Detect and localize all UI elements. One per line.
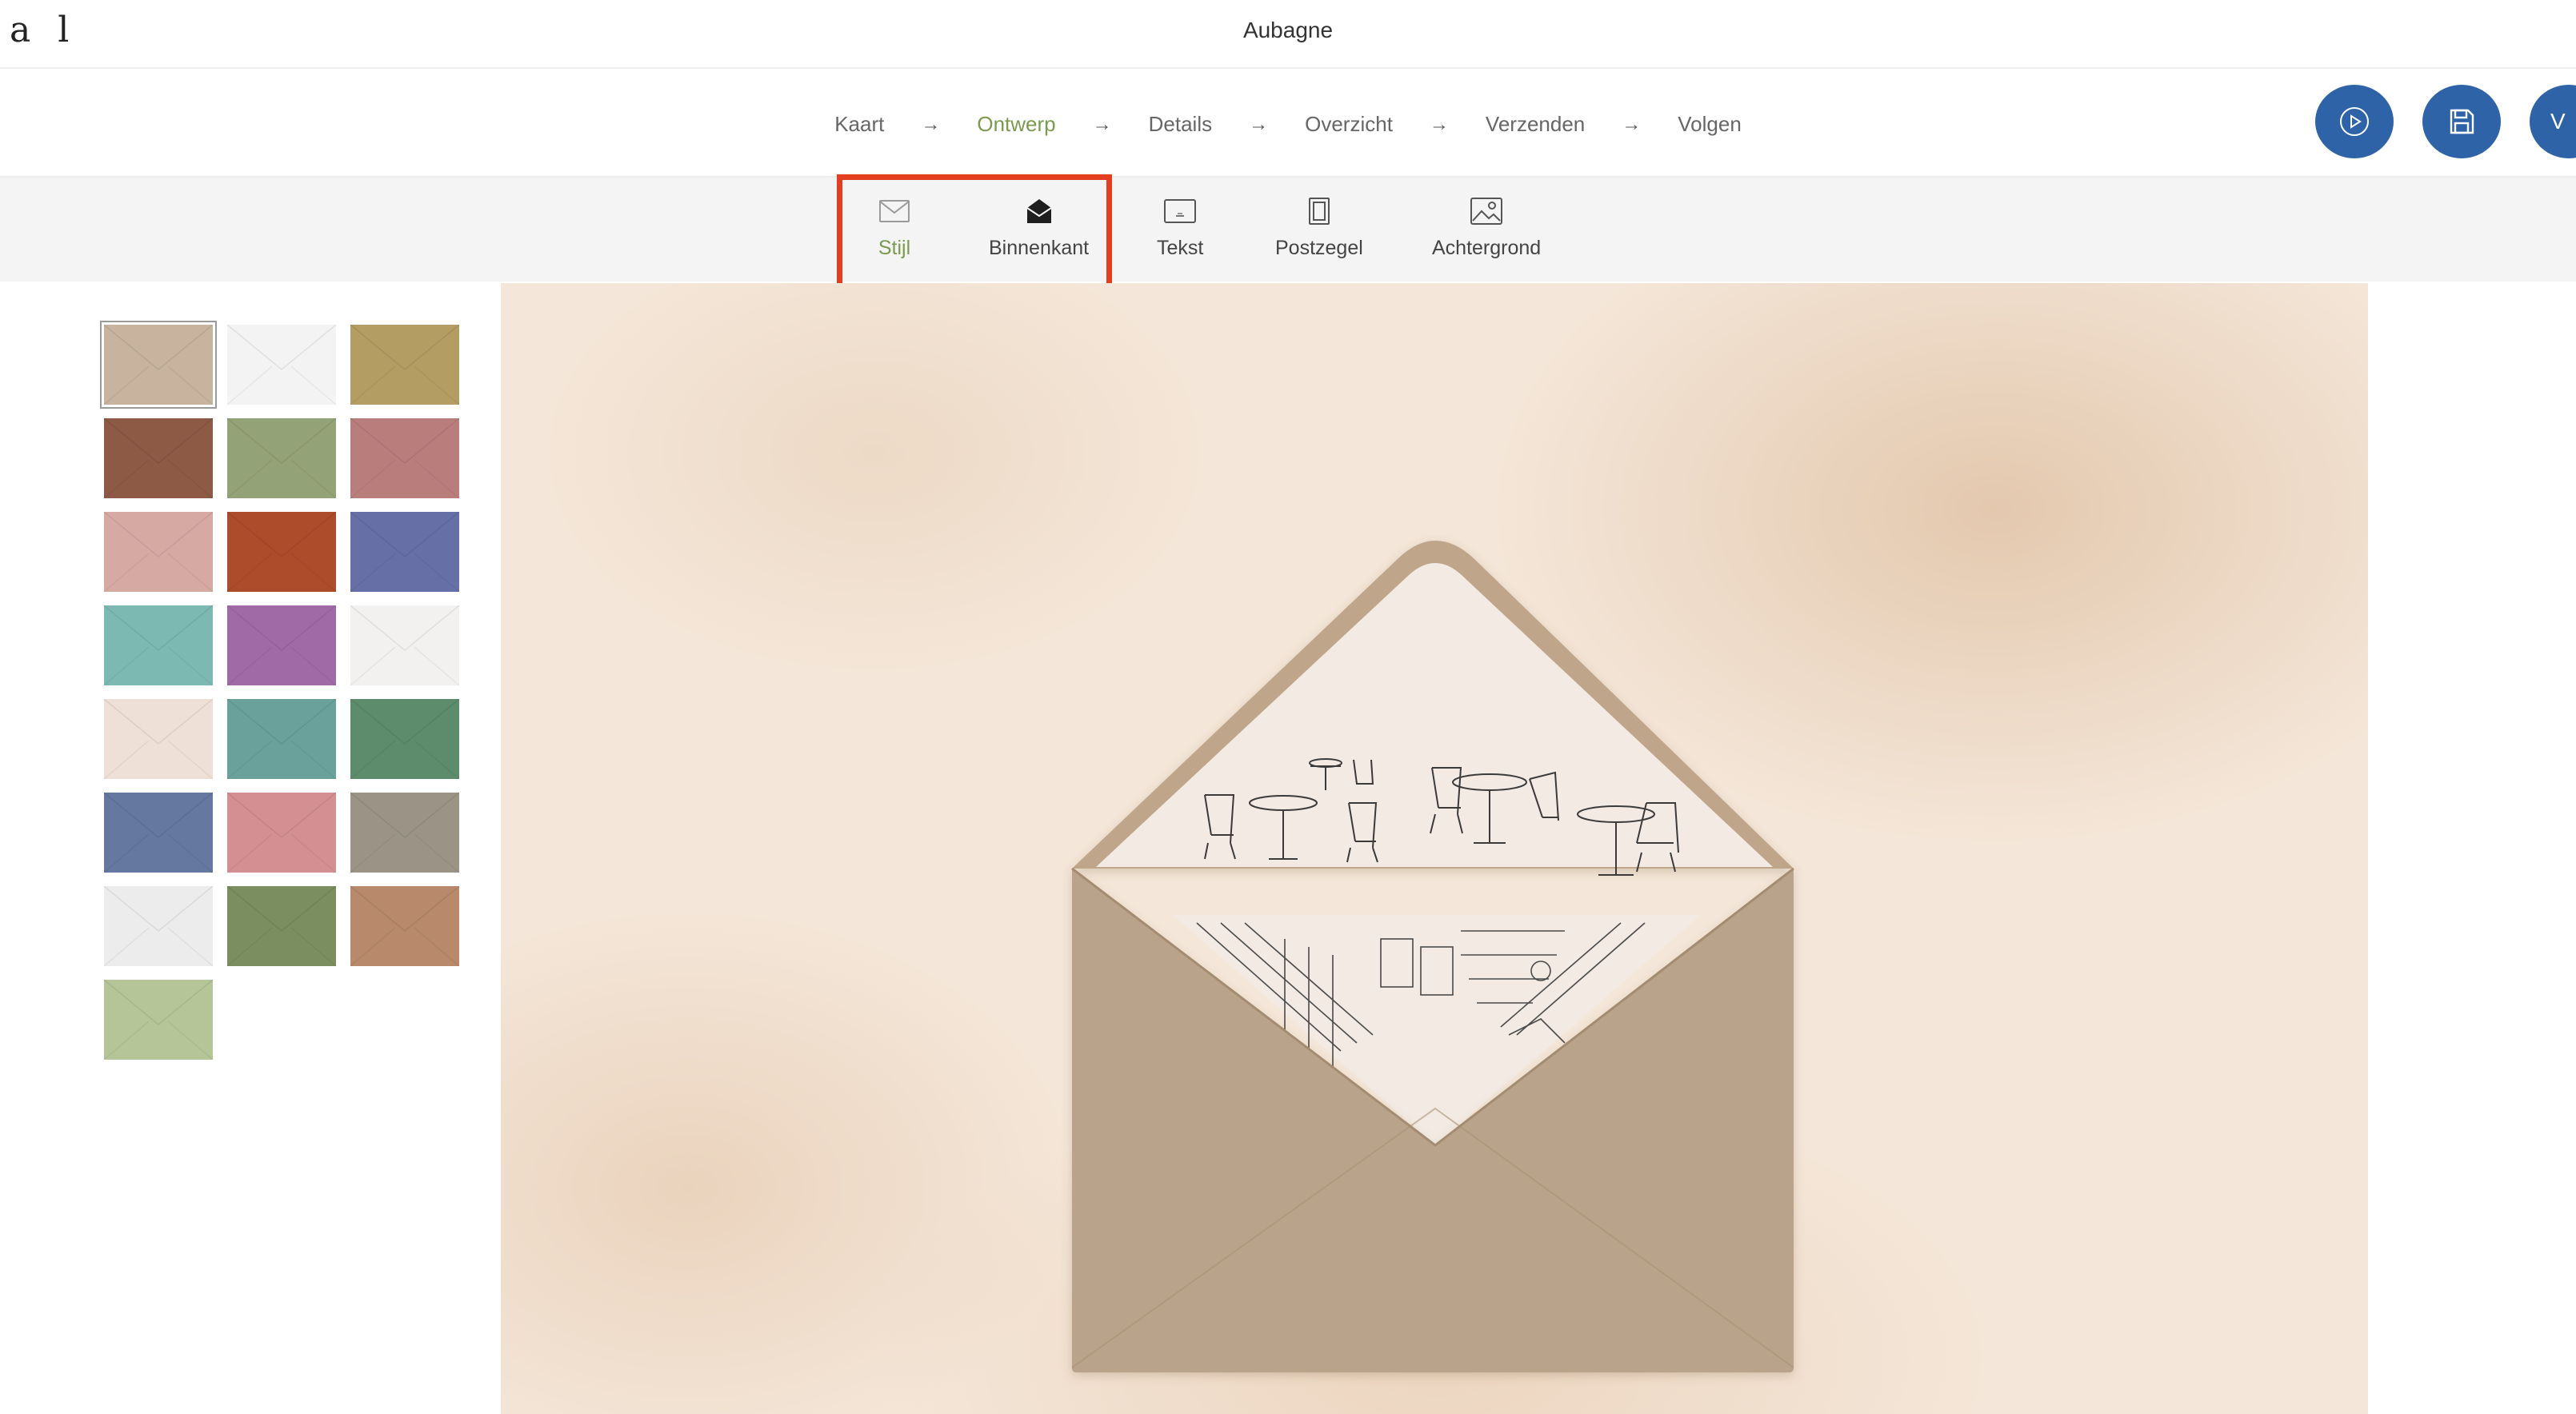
envelope-preview: [1071, 541, 1794, 1372]
step-volgen[interactable]: Volgen: [1678, 112, 1742, 137]
color-swatch[interactable]: [227, 699, 336, 779]
stamp-icon: [1302, 195, 1337, 227]
envelope-flap-icon: [104, 605, 213, 685]
color-swatch[interactable]: [227, 512, 336, 592]
color-swatch[interactable]: [227, 605, 336, 685]
tool-postzegel[interactable]: Postzegel: [1275, 195, 1363, 260]
tool-label: Stijl: [878, 237, 911, 259]
envelope-flap-icon: [104, 418, 213, 498]
play-circle-icon: [2340, 107, 2369, 136]
arrow-right-icon: →: [1622, 113, 1642, 135]
save-icon: [2450, 109, 2474, 134]
envelope-flap-icon: [350, 325, 459, 405]
envelope-open-icon: [1022, 195, 1057, 227]
envelope-flap-icon: [227, 605, 336, 685]
arrow-right-icon: →: [1249, 113, 1269, 135]
tool-label: Achtergrond: [1432, 237, 1542, 259]
tool-achtergrond[interactable]: Achtergrond: [1432, 195, 1541, 260]
arrow-right-icon: →: [1092, 113, 1112, 135]
preview-button[interactable]: [2315, 85, 2394, 158]
tool-tekst[interactable]: Tekst: [1157, 195, 1203, 260]
envelope-color-swatches: [102, 322, 459, 1060]
color-swatch[interactable]: [350, 605, 459, 685]
color-swatch[interactable]: [104, 418, 213, 498]
color-swatch[interactable]: [350, 886, 459, 966]
envelope-flap-icon: [227, 793, 336, 873]
color-swatch[interactable]: [227, 793, 336, 873]
color-swatch[interactable]: [102, 322, 215, 407]
envelope-icon: [877, 195, 912, 227]
title-bar: a l Aubagne: [0, 0, 2576, 69]
tool-stijl[interactable]: Stijl: [877, 195, 912, 260]
next-button[interactable]: V: [2530, 85, 2576, 158]
tool-label: Postzegel: [1275, 237, 1363, 259]
save-button[interactable]: [2422, 85, 2501, 158]
arrow-right-icon: →: [1429, 113, 1449, 135]
envelope-flap-icon: [350, 418, 459, 498]
color-swatch[interactable]: [227, 886, 336, 966]
design-toolbar: Stijl Binnenkant Tekst Postzegel Achterg…: [0, 176, 2576, 282]
next-button-label: V: [2550, 109, 2566, 134]
envelope-flap-icon: [104, 325, 213, 405]
color-swatch[interactable]: [227, 325, 336, 405]
envelope-flap-icon: [350, 886, 459, 966]
action-buttons: V: [2315, 85, 2576, 158]
envelope-flap-icon: [350, 605, 459, 685]
color-swatch[interactable]: [104, 605, 213, 685]
envelope-flap-icon: [227, 699, 336, 779]
envelope-flap-icon: [104, 980, 213, 1060]
step-navigation: Kaart → Ontwerp → Details → Overzicht → Verzende…: [0, 70, 2576, 176]
color-swatch[interactable]: [104, 793, 213, 873]
envelope-flap-icon: [104, 886, 213, 966]
envelope-flap-icon: [227, 325, 336, 405]
tool-label: Binnenkant: [989, 237, 1090, 259]
color-swatch[interactable]: [104, 980, 213, 1060]
envelope-flap-icon: [104, 793, 213, 873]
page-title: Aubagne: [1242, 18, 1334, 42]
text-card-icon: [1162, 195, 1198, 227]
color-swatch[interactable]: [350, 325, 459, 405]
color-swatch[interactable]: [227, 418, 336, 498]
steps-list: Kaart → Ontwerp → Details → Overzicht → Verzende…: [0, 112, 2576, 137]
envelope-flap-icon: [227, 886, 336, 966]
envelope-flap-icon: [227, 418, 336, 498]
color-swatch[interactable]: [104, 512, 213, 592]
envelope-flap-icon: [350, 512, 459, 592]
step-details[interactable]: Details: [1149, 112, 1212, 137]
step-overzicht[interactable]: Overzicht: [1305, 112, 1393, 137]
color-swatch[interactable]: [350, 512, 459, 592]
envelope-preview-canvas: [501, 283, 2368, 1414]
color-swatch[interactable]: [104, 886, 213, 966]
envelope-flap-icon: [350, 699, 459, 779]
step-verzenden[interactable]: Verzenden: [1486, 112, 1585, 137]
tool-label: Tekst: [1157, 237, 1204, 259]
tool-binnenkant[interactable]: Binnenkant: [989, 195, 1089, 260]
envelope-flap-icon: [104, 512, 213, 592]
image-icon: [1469, 195, 1504, 227]
color-swatch[interactable]: [350, 793, 459, 873]
envelope-flap-icon: [227, 512, 336, 592]
color-swatch[interactable]: [350, 418, 459, 498]
color-swatch[interactable]: [104, 699, 213, 779]
step-ontwerp[interactable]: Ontwerp: [977, 112, 1055, 137]
step-kaart[interactable]: Kaart: [834, 112, 884, 137]
color-swatch[interactable]: [350, 699, 459, 779]
envelope-flap-icon: [350, 793, 459, 873]
envelope-flap-icon: [104, 699, 213, 779]
arrow-right-icon: →: [921, 113, 941, 135]
